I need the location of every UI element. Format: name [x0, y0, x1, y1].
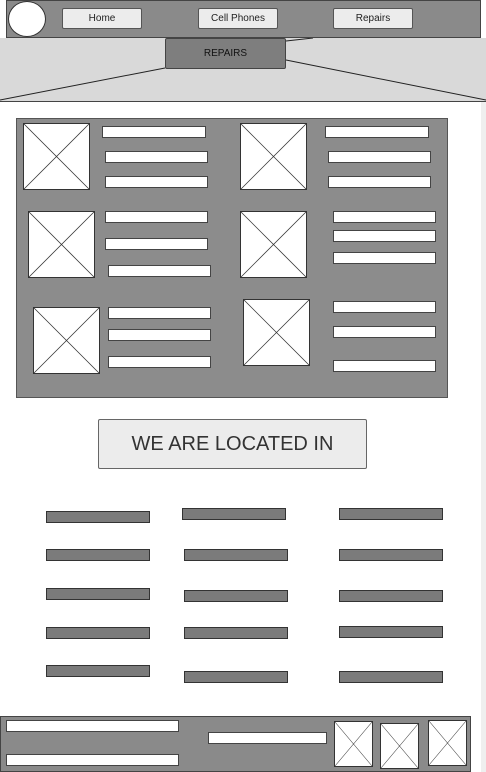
location-item[interactable]: [339, 508, 443, 520]
nav-home-button[interactable]: Home: [62, 8, 142, 29]
product-text-line: [333, 211, 436, 223]
image-placeholder-icon[interactable]: [428, 720, 467, 766]
product-text-line: [328, 151, 431, 163]
product-text-line: [102, 126, 206, 138]
product-text-line: [105, 238, 208, 250]
image-placeholder-icon[interactable]: [33, 307, 100, 374]
location-item[interactable]: [182, 508, 286, 520]
image-placeholder-icon[interactable]: [240, 211, 307, 278]
product-text-line: [328, 176, 431, 188]
product-text-line: [333, 326, 436, 338]
footer-text-line: [208, 732, 327, 744]
product-text-line: [333, 301, 436, 313]
product-text-line: [105, 151, 208, 163]
nav-repairs-button[interactable]: Repairs: [333, 8, 413, 29]
image-placeholder-icon[interactable]: [240, 123, 307, 190]
location-item[interactable]: [46, 627, 150, 639]
location-item[interactable]: [46, 588, 150, 600]
location-item[interactable]: [339, 671, 443, 683]
location-item[interactable]: [46, 511, 150, 523]
location-heading-button[interactable]: WE ARE LOCATED IN: [98, 419, 367, 469]
location-item[interactable]: [184, 671, 288, 683]
image-placeholder-icon[interactable]: [23, 123, 90, 190]
location-item[interactable]: [184, 590, 288, 602]
footer-text-line: [6, 754, 179, 766]
location-item[interactable]: [339, 590, 443, 602]
footer-text-line: [6, 720, 179, 732]
product-text-line: [108, 265, 211, 277]
product-text-line: [108, 356, 211, 368]
product-text-line: [333, 252, 436, 264]
logo-icon[interactable]: [8, 1, 46, 37]
scrollbar-track[interactable]: [481, 102, 486, 772]
product-text-line: [108, 307, 211, 319]
image-placeholder-icon[interactable]: [28, 211, 95, 278]
location-item[interactable]: [46, 665, 150, 677]
location-item[interactable]: [184, 627, 288, 639]
image-placeholder-icon[interactable]: [380, 723, 419, 769]
location-item[interactable]: [339, 549, 443, 561]
product-text-line: [333, 230, 436, 242]
product-text-line: [325, 126, 429, 138]
product-text-line: [333, 360, 436, 372]
product-text-line: [105, 211, 208, 223]
location-item[interactable]: [339, 626, 443, 638]
nav-cell-phones-button[interactable]: Cell Phones: [198, 8, 278, 29]
image-placeholder-icon[interactable]: [334, 721, 373, 767]
location-item[interactable]: [184, 549, 288, 561]
image-placeholder-icon[interactable]: [243, 299, 310, 366]
product-text-line: [108, 329, 211, 341]
hero-label-repairs[interactable]: REPAIRS: [165, 38, 286, 69]
product-text-line: [105, 176, 208, 188]
location-item[interactable]: [46, 549, 150, 561]
